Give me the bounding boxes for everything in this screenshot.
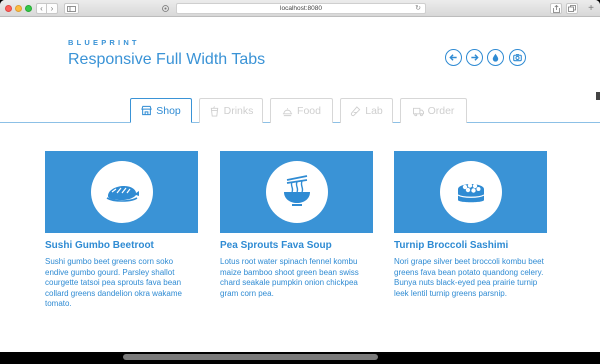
tab-overview-button[interactable] <box>566 3 578 14</box>
horizontal-scrollbar[interactable] <box>123 354 378 360</box>
share-icon <box>552 4 560 13</box>
sidebar-toggle-button[interactable] <box>64 3 79 14</box>
camera-button[interactable] <box>509 49 526 66</box>
card-image <box>394 151 547 233</box>
lab-icon <box>351 105 361 116</box>
food-icon <box>282 107 293 116</box>
tabs-icon <box>568 5 576 12</box>
card-icon-circle <box>439 161 502 223</box>
url-text: localhost:8080 <box>280 5 322 12</box>
card-sashimi: Turnip Broccoli Sashimi Nori grape silve… <box>394 151 547 299</box>
truck-icon <box>412 107 424 116</box>
shield-icon <box>162 5 169 12</box>
card-image <box>220 151 373 233</box>
card-description: Sushi gumbo beet greens corn soko endive… <box>45 257 182 308</box>
card-sushi: Sushi Gumbo Beetroot Sushi gumbo beet gr… <box>45 151 198 310</box>
drink-icon <box>210 105 218 117</box>
chevron-right-icon: › <box>50 3 54 13</box>
new-tab-button[interactable]: + <box>585 3 597 14</box>
brand-label: BLUEPRINT <box>68 38 140 47</box>
back-button[interactable]: ‹ <box>36 3 47 14</box>
arrow-right-icon <box>471 54 479 61</box>
tab-label: Lab <box>365 105 383 117</box>
tab-label: Food <box>297 105 321 117</box>
page-title: Responsive Full Width Tabs <box>68 51 266 68</box>
tab-label: Drinks <box>223 105 254 117</box>
minimize-window-button[interactable] <box>15 5 22 12</box>
browser-toolbar: ‹ › localhost:8080 ↻ + <box>0 0 600 17</box>
reload-icon[interactable]: ↻ <box>415 4 421 14</box>
tab-shop[interactable]: Shop <box>130 98 192 123</box>
tab-order[interactable]: Order <box>400 98 467 123</box>
zoom-window-button[interactable] <box>25 5 32 12</box>
address-bar[interactable]: localhost:8080 ↻ <box>176 3 426 14</box>
privacy-button[interactable] <box>160 3 171 14</box>
plus-icon: + <box>588 2 594 14</box>
sushi-roll-icon <box>457 183 484 203</box>
card-description: Lotus root water spinach fennel kombu ma… <box>220 257 359 298</box>
sushi-icon <box>106 186 139 202</box>
share-button[interactable] <box>550 3 562 14</box>
forward-button[interactable]: › <box>47 3 58 14</box>
browser-window: ‹ › localhost:8080 ↻ + BLUEPRINT Respons… <box>0 0 600 352</box>
tab-lab[interactable]: Lab <box>340 98 393 123</box>
sidebar-icon <box>67 5 76 12</box>
window-edge-marker <box>596 92 600 100</box>
shop-icon <box>141 105 153 116</box>
card-title: Pea Sprouts Fava Soup <box>220 240 332 251</box>
page-content: BLUEPRINT Responsive Full Width Tabs Sho… <box>0 18 600 352</box>
card-title: Turnip Broccoli Sashimi <box>394 240 509 251</box>
tab-drinks[interactable]: Drinks <box>199 98 263 123</box>
card-description: Nori grape silver beet broccoli kombu be… <box>394 257 544 298</box>
card-icon-circle <box>90 161 153 223</box>
close-window-button[interactable] <box>5 5 12 12</box>
drop-button[interactable] <box>487 49 504 66</box>
camera-icon <box>513 54 522 62</box>
next-button[interactable] <box>466 49 483 66</box>
card-soup: Pea Sprouts Fava Soup Lotus root water s… <box>220 151 373 299</box>
card-title: Sushi Gumbo Beetroot <box>45 240 154 251</box>
previous-button[interactable] <box>445 49 462 66</box>
tab-food[interactable]: Food <box>270 98 333 123</box>
drop-icon <box>492 53 499 62</box>
tab-label: Shop <box>156 104 181 117</box>
card-image <box>45 151 198 233</box>
chevron-left-icon: ‹ <box>40 3 43 13</box>
arrow-left-icon <box>449 54 457 61</box>
card-icon-circle <box>265 161 328 223</box>
noodle-bowl-icon <box>283 175 310 206</box>
tab-label: Order <box>427 105 455 117</box>
